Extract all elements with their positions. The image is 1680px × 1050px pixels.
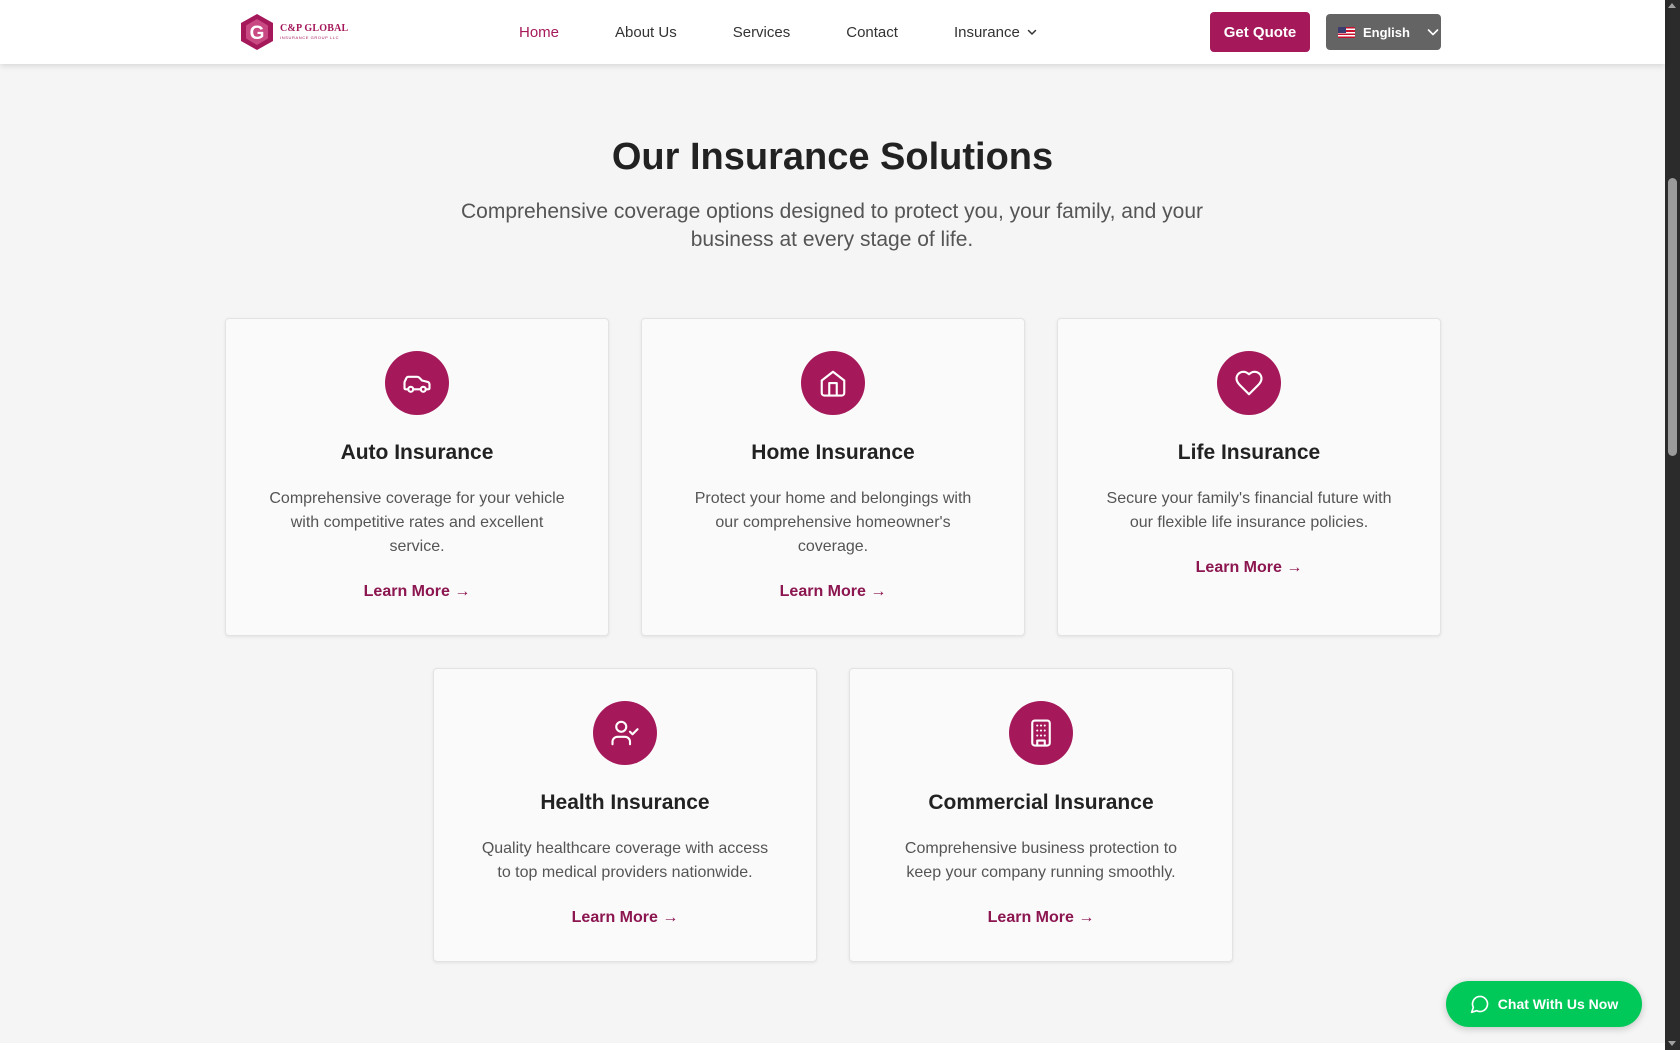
learn-more-link[interactable]: Learn More → <box>572 909 679 927</box>
card-description: Quality healthcare coverage with access … <box>481 840 769 881</box>
language-selector[interactable]: English <box>1326 14 1441 50</box>
logo-name: C&P GLOBAL <box>280 23 349 34</box>
main-nav: Home About Us Services Contact Insurance <box>519 0 1038 64</box>
logo-letter: G <box>250 23 265 44</box>
card-description: Protect your home and belongings with ou… <box>694 490 972 555</box>
logo-hex-icon: G <box>238 12 276 52</box>
section-title: Our Insurance Solutions <box>611 136 1054 178</box>
us-flag-icon <box>1338 26 1355 38</box>
nav-contact[interactable]: Contact <box>846 24 898 41</box>
card-title: Commercial Insurance <box>928 791 1154 814</box>
learn-more-link[interactable]: Learn More → <box>1196 559 1303 577</box>
card-description: Comprehensive coverage for your vehicle … <box>269 490 565 555</box>
building-icon <box>1009 701 1073 765</box>
get-quote-button[interactable]: Get Quote <box>1210 12 1310 52</box>
chevron-down-icon <box>1427 29 1439 36</box>
site-header: G C&P GLOBAL INSURANCE GROUP LLC Home Ab… <box>0 0 1665 64</box>
home-icon <box>801 351 865 415</box>
learn-more-link[interactable]: Learn More → <box>364 583 471 601</box>
chat-with-us-button[interactable]: Chat With Us Now <box>1446 981 1642 1027</box>
card-title: Life Insurance <box>1177 441 1321 464</box>
section-subtitle: Comprehensive coverage options designed … <box>460 200 1204 251</box>
car-icon <box>385 351 449 415</box>
page-scrollbar[interactable] <box>1665 0 1680 1050</box>
heart-icon <box>1217 351 1281 415</box>
card-auto-insurance: Auto Insurance Comprehensive coverage fo… <box>225 318 609 636</box>
nav-about-us[interactable]: About Us <box>615 24 677 41</box>
chat-label: Chat With Us Now <box>1497 996 1619 1012</box>
card-home-insurance: Home Insurance Protect your home and bel… <box>641 318 1025 636</box>
card-title: Auto Insurance <box>340 441 494 464</box>
nav-insurance-dropdown[interactable]: Insurance <box>954 24 1038 41</box>
card-description: Comprehensive business protection to kee… <box>904 840 1178 881</box>
scroll-down-arrow-icon[interactable] <box>1668 1041 1676 1046</box>
learn-more-link[interactable]: Learn More → <box>988 909 1095 927</box>
card-life-insurance: Life Insurance Secure your family's fina… <box>1057 318 1441 636</box>
card-commercial-insurance: Commercial Insurance Comprehensive busin… <box>849 668 1233 962</box>
card-health-insurance: Health Insurance Quality healthcare cove… <box>433 668 817 962</box>
card-title: Health Insurance <box>540 791 710 814</box>
scrollbar-thumb[interactable] <box>1668 178 1677 456</box>
language-label: English <box>1363 24 1410 40</box>
logo[interactable]: G C&P GLOBAL INSURANCE GROUP LLC <box>238 12 348 52</box>
logo-tagline: INSURANCE GROUP LLC <box>280 35 340 40</box>
card-title: Home Insurance <box>751 441 915 464</box>
scroll-up-arrow-icon[interactable] <box>1668 3 1676 8</box>
nav-home[interactable]: Home <box>519 24 559 41</box>
footer-edge <box>0 1043 1665 1050</box>
chevron-down-icon <box>1027 29 1037 35</box>
card-description: Secure your family's financial future wi… <box>1106 490 1392 531</box>
chat-bubble-icon <box>1470 995 1489 1014</box>
user-check-icon <box>593 701 657 765</box>
nav-insurance-label: Insurance <box>953 23 1020 41</box>
learn-more-link[interactable]: Learn More → <box>780 583 887 601</box>
nav-services[interactable]: Services <box>733 24 791 41</box>
